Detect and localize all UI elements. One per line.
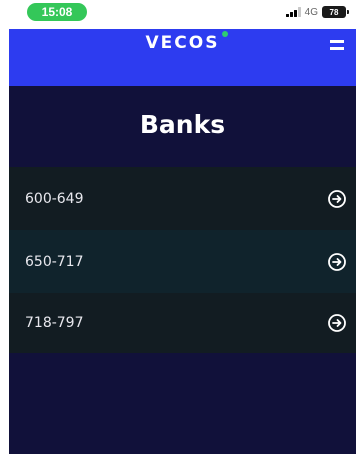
bank-row-650-717[interactable]: 650-717: [9, 230, 356, 293]
arrow-right-circle-icon[interactable]: [327, 252, 347, 272]
logo-text: VECOS: [145, 33, 220, 53]
battery-icon: 78: [322, 6, 349, 18]
status-bar: 15:08 4G 78: [9, 0, 356, 29]
arrow-right-circle-icon[interactable]: [327, 189, 347, 209]
hamburger-menu-icon[interactable]: [330, 40, 344, 50]
bank-row-718-797[interactable]: 718-797: [9, 293, 356, 353]
app-screen: 15:08 4G 78 VECOS Banks 600-649 650-717: [9, 0, 356, 454]
page-title: Banks: [139, 110, 226, 139]
bank-list: 600-649 650-717 718-797: [9, 167, 356, 353]
signal-icon: [286, 7, 301, 17]
logo-dot-icon: [222, 31, 229, 37]
bank-label: 718-797: [25, 315, 84, 331]
status-time: 15:08: [27, 3, 87, 21]
arrow-right-circle-icon[interactable]: [327, 313, 347, 333]
bank-label: 600-649: [25, 190, 84, 207]
bank-label: 650-717: [25, 253, 84, 270]
status-indicators: 4G 78: [286, 5, 349, 19]
battery-level: 78: [329, 7, 339, 17]
network-type: 4G: [304, 6, 318, 18]
vecos-logo[interactable]: VECOS: [145, 31, 229, 53]
bank-row-600-649[interactable]: 600-649: [9, 167, 356, 230]
